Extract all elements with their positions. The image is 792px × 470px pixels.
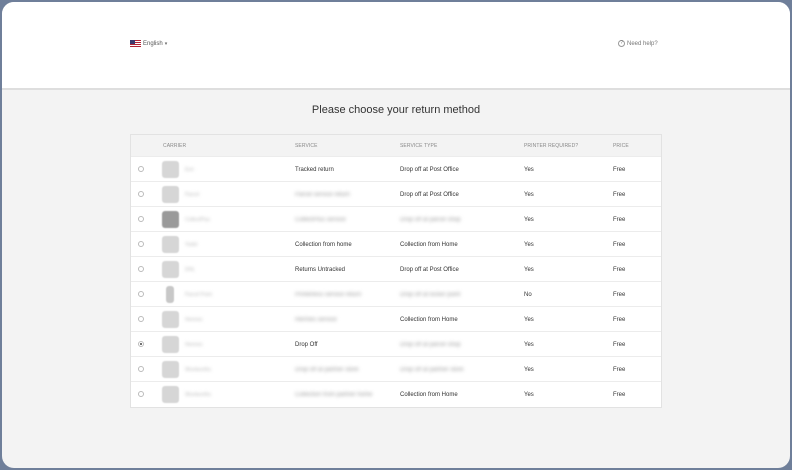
carrier-logo [162,361,179,378]
carrier-logo [162,386,179,403]
select-radio[interactable] [138,341,144,347]
price-cell: Free [613,292,626,298]
select-radio[interactable] [138,316,144,322]
printer-cell: Yes [524,217,534,223]
col-service-type: SERVICE TYPE [400,143,438,149]
select-radio[interactable] [138,166,144,172]
price-cell: Free [613,317,626,323]
help-label: Need help? [627,40,658,47]
table-row[interactable]: Hermes Drop Off Drop off at parcel shop … [131,331,661,356]
carrier-logo [162,336,179,353]
top-bar: English ▾ ? Need help? [2,2,790,90]
service-cell: Returns Untracked [295,267,346,273]
carrier-logo [162,211,179,228]
carrier-logo [162,311,179,328]
service-type-cell: Drop off at Post Office [400,192,459,198]
language-label: English [143,40,163,47]
carrier-name: Woolworths [185,392,212,398]
carrier-logo [162,186,179,203]
service-type-cell: Drop off at parcel shop [400,342,461,348]
price-cell: Free [613,342,626,348]
carrier-logo [162,161,179,178]
us-flag-icon [130,40,141,47]
select-radio[interactable] [138,366,144,372]
service-cell: Collection from home [295,242,352,248]
col-service: SERVICE [295,143,318,149]
table-header: CARRIER SERVICE SERVICE TYPE PRINTER REQ… [131,135,661,156]
service-cell: Collection from partner home [295,392,373,398]
carrier-name: Hermes [185,342,203,348]
carrier-name: Evri [185,167,194,173]
service-cell: Parcel service return [295,192,351,198]
carrier-name: Parcel Point [185,292,212,298]
return-methods-table: CARRIER SERVICE SERVICE TYPE PRINTER REQ… [130,134,662,408]
table-row[interactable]: Yodel Collection from home Collection fr… [131,231,661,256]
carrier-name: Hermes [185,317,203,323]
select-radio[interactable] [138,241,144,247]
price-cell: Free [613,367,626,373]
service-type-cell: Drop off at partner store [400,367,464,373]
service-type-cell: Collection from Home [400,392,458,398]
printer-cell: Yes [524,192,534,198]
printer-cell: Yes [524,317,534,323]
service-type-cell: Drop off at parcel shop [400,217,461,223]
service-cell: CollectPlus service [295,217,346,223]
service-cell: Printerless service return [295,292,362,298]
carrier-logo [162,236,179,253]
price-cell: Free [613,192,626,198]
app-frame: English ▾ ? Need help? Please choose you… [2,2,790,468]
printer-cell: Yes [524,167,534,173]
service-type-cell: Collection from Home [400,242,458,248]
carrier-name: Parcel [185,192,200,198]
col-price: PRICE [613,143,629,149]
select-radio[interactable] [138,391,144,397]
service-type-cell: Collection from Home [400,317,458,323]
carrier-name: Yodel [185,242,198,248]
col-carrier: CARRIER [163,143,187,149]
printer-cell: Yes [524,392,534,398]
printer-cell: No [524,292,532,298]
select-radio[interactable] [138,266,144,272]
service-cell: Tracked return [295,167,334,173]
service-cell: Drop Off [295,342,318,348]
price-cell: Free [613,267,626,273]
carrier-logo [166,286,174,303]
service-type-cell: Drop off at Post Office [400,167,459,173]
help-icon: ? [618,40,625,47]
service-type-cell: Drop off at Post Office [400,267,459,273]
price-cell: Free [613,167,626,173]
table-row[interactable]: CollectPlus CollectPlus service Drop off… [131,206,661,231]
price-cell: Free [613,242,626,248]
service-cell: Drop off at partner store [295,367,359,373]
table-row[interactable]: Evri Tracked return Drop off at Post Off… [131,156,661,181]
table-row[interactable]: Woolworths Drop off at partner store Dro… [131,356,661,381]
price-cell: Free [613,217,626,223]
carrier-name: Woolworths [185,367,212,373]
table-row[interactable]: Parcel Parcel service return Drop off at… [131,181,661,206]
carrier-name: CollectPlus [185,217,211,223]
service-cell: Hermes service [295,317,337,323]
price-cell: Free [613,392,626,398]
carrier-name: DHL [185,267,196,273]
service-type-cell: Drop off at locker point [400,292,461,298]
table-row[interactable]: Parcel Point Printerless service return … [131,281,661,306]
printer-cell: Yes [524,367,534,373]
printer-cell: Yes [524,342,534,348]
col-printer-required: PRINTER REQUIRED? [524,143,579,149]
printer-cell: Yes [524,242,534,248]
carrier-logo [162,261,179,278]
help-link[interactable]: ? Need help? [618,40,658,47]
page-title: Please choose your return method [311,104,481,116]
table-row[interactable]: Hermes Hermes service Collection from Ho… [131,306,661,331]
table-row[interactable]: Woolworths Collection from partner home … [131,381,661,406]
language-selector[interactable]: English ▾ [130,40,167,47]
select-radio[interactable] [138,191,144,197]
table-row[interactable]: DHL Returns Untracked Drop off at Post O… [131,256,661,281]
printer-cell: Yes [524,267,534,273]
caret-down-icon: ▾ [164,40,168,47]
select-radio[interactable] [138,291,144,297]
select-radio[interactable] [138,216,144,222]
